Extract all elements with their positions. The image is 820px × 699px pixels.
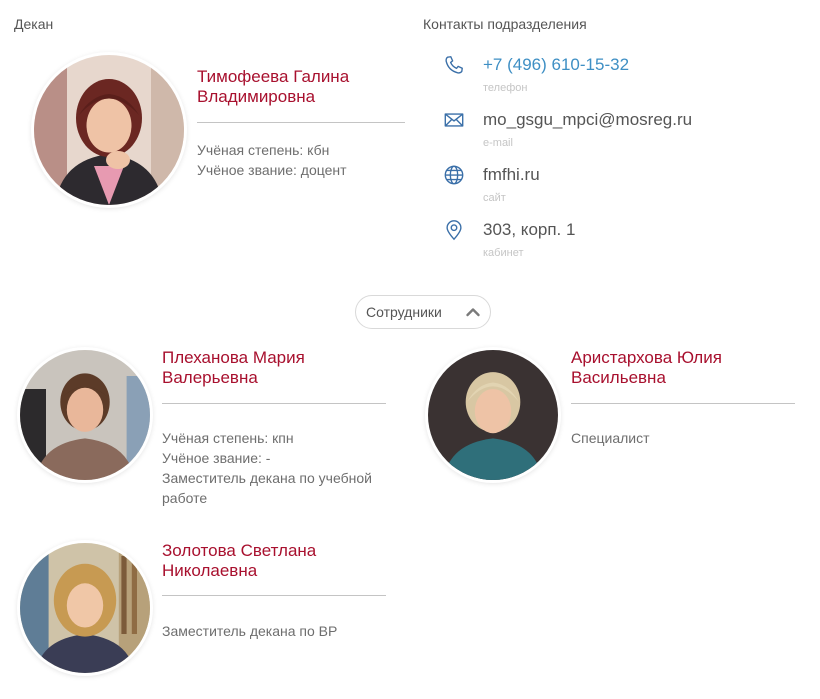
staff-toggle-label: Сотрудники [366,304,442,320]
site-caption: сайт [483,192,506,204]
staff-avatar-aristarkhova [428,350,558,480]
dean-name[interactable]: Тимофеева Галина Владимировна [197,67,407,107]
staff-name[interactable]: Аристархова Юлия Васильевна [571,348,771,388]
dean-divider [197,122,405,123]
staff-avatar-zolotova [20,543,150,673]
staff-divider [571,403,795,404]
staff-divider [162,595,386,596]
staff-detail: Учёное звание: - [162,450,271,466]
dean-avatar [34,55,184,205]
staff-avatar-plekhanova [20,350,150,480]
email-value[interactable]: mo_gsgu_mpci@mosreg.ru [483,110,692,130]
email-caption: e-mail [483,137,513,149]
dean-title: Учёное звание: доцент [197,162,347,178]
staff-divider [162,403,386,404]
staff-name[interactable]: Плеханова Мария Валерьевна [162,348,362,388]
map-pin-icon [443,219,465,241]
phone-link[interactable]: +7 (496) 610-15-32 [483,55,629,75]
phone-caption: телефон [483,82,528,94]
staff-detail: Заместитель декана по учебной [162,470,372,486]
staff-detail: работе [162,490,208,506]
dean-degree: Учёная степень: кбн [197,142,330,158]
chevron-up-icon [465,304,481,320]
phone-icon [443,54,465,76]
envelope-icon [443,109,465,131]
dean-section-label: Декан [14,16,54,32]
staff-detail: Учёная степень: кпн [162,430,294,446]
room-value: 303, корп. 1 [483,220,576,239]
staff-detail: Заместитель декана по ВР [162,623,338,639]
contacts-section-label: Контакты подразделения [423,16,587,32]
staff-toggle-button[interactable]: Сотрудники [355,295,491,329]
globe-icon [443,164,465,186]
room-caption: кабинет [483,247,524,259]
site-value[interactable]: fmfhi.ru [483,165,540,185]
staff-name[interactable]: Золотова Светлана Николаевна [162,541,362,581]
staff-detail: Специалист [571,430,650,446]
